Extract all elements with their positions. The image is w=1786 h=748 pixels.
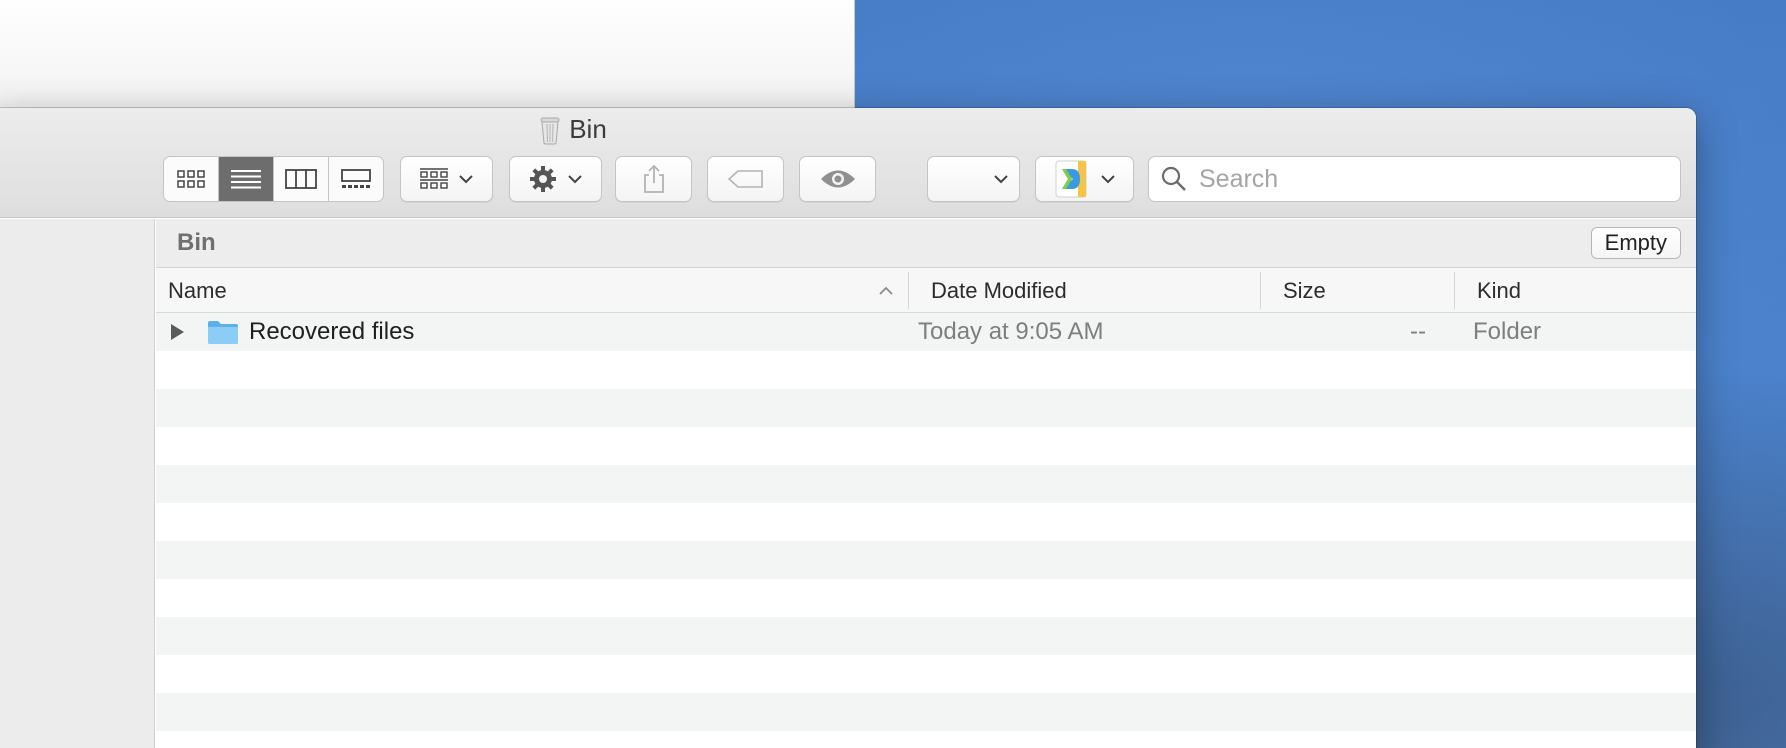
file-name: Recovered files — [249, 318, 415, 345]
empty-row — [156, 465, 1696, 503]
window-title: Bin — [0, 114, 1156, 145]
tags-button[interactable] — [707, 156, 784, 202]
search-field[interactable] — [1148, 156, 1681, 202]
empty-row — [156, 655, 1696, 693]
disclosure-triangle-icon — [171, 324, 184, 340]
sort-ascending-icon — [879, 286, 893, 295]
toolbar: Bin — [0, 108, 1696, 218]
empty-row — [156, 389, 1696, 427]
file-kind: Folder — [1473, 318, 1542, 345]
empty-row — [156, 579, 1696, 617]
app-extension-button[interactable] — [1035, 156, 1134, 202]
extension-dropdown[interactable] — [927, 156, 1020, 202]
folder-icon — [207, 313, 239, 351]
empty-row — [156, 503, 1696, 541]
gallery-icon — [341, 169, 371, 188]
tag-icon — [727, 170, 763, 188]
column-header-row: Name Date Modified Size Kind — [156, 268, 1696, 313]
action-menu-button[interactable] — [509, 156, 602, 202]
list-view-button[interactable] — [219, 157, 274, 201]
window-title-text: Bin — [569, 114, 607, 144]
empty-row — [156, 351, 1696, 389]
column-header-size[interactable]: Size — [1261, 268, 1454, 313]
path-bar: Bin Empty — [156, 219, 1696, 268]
gear-icon — [529, 166, 556, 192]
column-header-kind-label: Kind — [1477, 277, 1522, 303]
columns-icon — [285, 169, 317, 189]
column-header-kind[interactable]: Kind — [1455, 268, 1655, 313]
location-label: Bin — [177, 229, 216, 256]
empty-row — [156, 541, 1696, 579]
disclosure-triangle[interactable] — [169, 313, 185, 351]
chevron-down-icon — [1100, 175, 1115, 184]
file-row[interactable]: Recovered files Today at 9:05 AM -- Fold… — [156, 313, 1696, 351]
folder-icon-graphic — [208, 321, 238, 344]
file-browser: Bin Empty Name Date Modified Size Kind R… — [156, 219, 1696, 748]
trash-icon — [540, 117, 560, 144]
group-by-button[interactable] — [400, 156, 493, 202]
file-size: -- — [1410, 318, 1426, 345]
app-logo-icon — [1055, 160, 1086, 198]
group-grid-icon — [419, 168, 448, 189]
empty-row — [156, 427, 1696, 465]
share-icon — [643, 164, 664, 193]
empty-row — [156, 693, 1696, 731]
chevron-down-icon — [994, 175, 1008, 184]
column-header-size-label: Size — [1283, 277, 1326, 303]
gallery-view-button[interactable] — [329, 157, 383, 201]
search-input[interactable] — [1199, 164, 1659, 194]
empty-row — [156, 731, 1696, 748]
column-header-date-modified[interactable]: Date Modified — [909, 268, 1271, 313]
empty-row — [156, 617, 1696, 655]
list-lines-icon — [231, 170, 261, 189]
column-header-name[interactable]: Name — [156, 268, 908, 313]
file-list: Recovered files Today at 9:05 AM -- Fold… — [156, 313, 1696, 748]
empty-bin-button[interactable]: Empty — [1590, 227, 1681, 259]
column-header-name-label: Name — [168, 277, 227, 303]
column-view-button[interactable] — [274, 157, 329, 201]
eye-icon — [820, 170, 855, 188]
quick-look-button[interactable] — [799, 156, 876, 202]
chevron-down-icon — [458, 175, 473, 184]
icon-view-button[interactable] — [164, 157, 219, 201]
sidebar[interactable] — [0, 219, 155, 748]
column-header-date-label: Date Modified — [931, 277, 1067, 303]
background-window[interactable] — [0, 0, 855, 110]
share-button[interactable] — [615, 156, 692, 202]
chevron-down-icon — [567, 175, 582, 184]
finder-window: Bin Search Bin Empty Name Date Modified … — [0, 108, 1696, 748]
search-icon — [1161, 166, 1186, 191]
file-date-modified: Today at 9:05 AM — [918, 318, 1104, 345]
icon-grid-icon — [177, 170, 205, 188]
view-mode-control — [163, 156, 384, 202]
